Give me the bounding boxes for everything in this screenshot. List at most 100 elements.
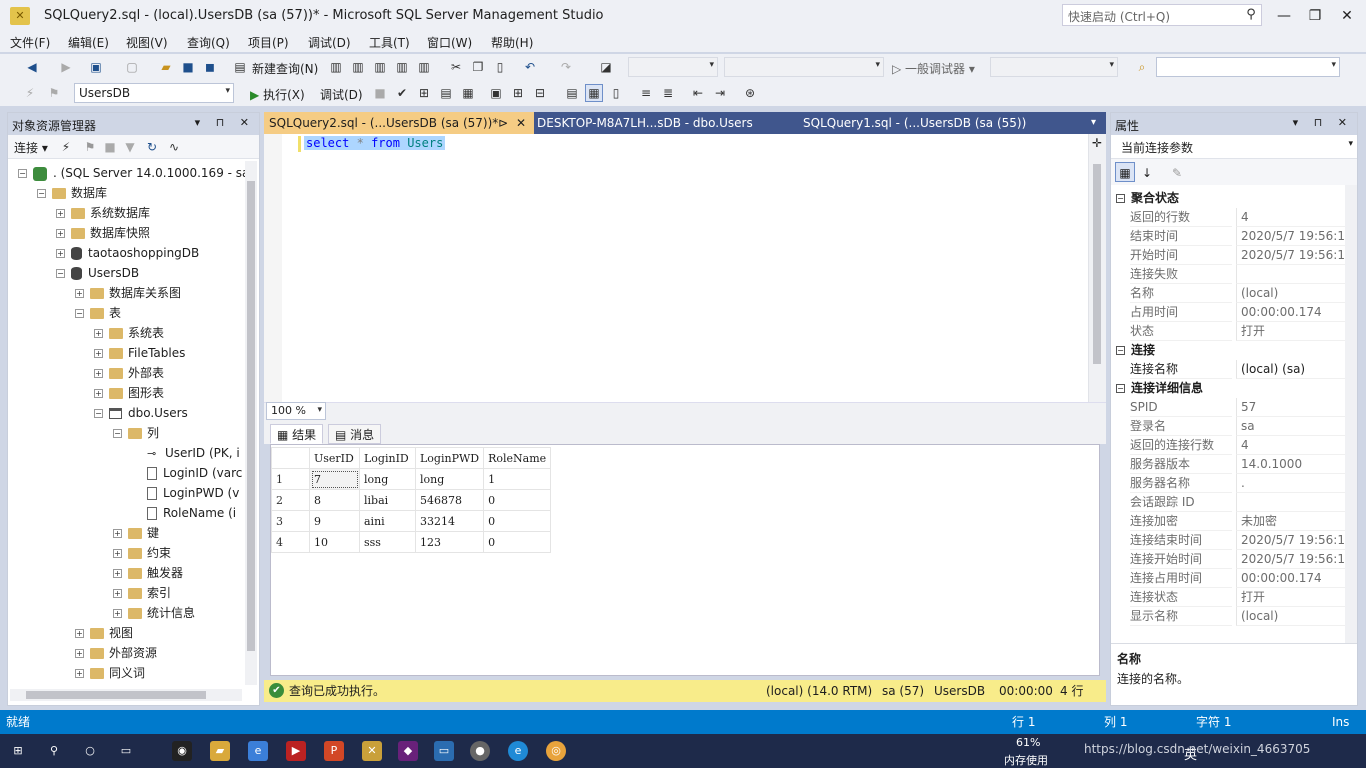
debugger-button[interactable]: ▷ 一般调试器 ▾: [892, 60, 975, 77]
table-cell[interactable]: long: [414, 468, 485, 490]
expand-icon[interactable]: +: [94, 369, 103, 378]
task-view-icon[interactable]: ▭: [116, 741, 136, 761]
new-project-icon[interactable]: ▣: [88, 59, 104, 75]
tree-node[interactable]: ⊸ UserID (PK, i: [132, 443, 240, 463]
panel-controls[interactable]: ▾ ⊓ ✕: [195, 116, 255, 129]
expand-icon[interactable]: +: [75, 629, 84, 638]
expand-icon[interactable]: +: [56, 229, 65, 238]
collapse-icon[interactable]: −: [18, 169, 27, 178]
undo-icon[interactable]: ↶: [522, 59, 538, 75]
table-cell[interactable]: 0: [483, 531, 552, 553]
tree-node[interactable]: + 视图: [75, 623, 133, 643]
property-category[interactable]: − 聚合状态: [1111, 189, 1347, 208]
tree-node[interactable]: + taotaoshoppingDB: [56, 243, 199, 263]
table-cell[interactable]: libai: [359, 489, 416, 511]
tree-node[interactable]: + FileTables: [94, 343, 185, 363]
property-row[interactable]: 返回的行数 4: [1111, 208, 1347, 227]
table-cell[interactable]: 0: [483, 510, 552, 532]
expand-icon[interactable]: +: [113, 569, 122, 578]
indent-icon[interactable]: ⇥: [712, 85, 728, 101]
tree-node[interactable]: LoginID (varc: [132, 463, 242, 483]
property-row[interactable]: 服务器版本 14.0.1000: [1111, 455, 1347, 474]
tree-node[interactable]: + 索引: [113, 583, 171, 603]
tab-dbo-users[interactable]: DESKTOP-M8A7LH...sDB - dbo.Users: [532, 112, 758, 134]
expand-icon[interactable]: +: [56, 209, 65, 218]
menu-window[interactable]: 窗口(W): [427, 34, 472, 51]
execute-button[interactable]: ▶ 执行(X): [250, 86, 305, 103]
property-row[interactable]: 显示名称 (local): [1111, 607, 1347, 626]
property-row[interactable]: 会话跟踪 ID: [1111, 493, 1347, 512]
collapse-icon[interactable]: −: [113, 429, 122, 438]
database-select[interactable]: UsersDB ▾: [74, 83, 234, 103]
dax-query-icon[interactable]: ▥: [416, 59, 432, 75]
intellisense-icon[interactable]: ▣: [488, 85, 504, 101]
property-row[interactable]: 连接加密 未加密: [1111, 512, 1347, 531]
edge-icon[interactable]: e: [508, 741, 528, 761]
tree-node[interactable]: − 表: [75, 303, 121, 323]
pin-icon[interactable]: ⊳: [498, 112, 508, 134]
row-number[interactable]: 1: [271, 468, 310, 490]
tree-node[interactable]: − UsersDB: [56, 263, 139, 283]
properties-object-select[interactable]: 当前连接参数 ▾: [1111, 135, 1357, 159]
collapse-icon[interactable]: −: [1116, 346, 1125, 355]
tree-node[interactable]: + 系统数据库: [56, 203, 150, 223]
platform-combo[interactable]: ▾: [724, 57, 884, 77]
qq-icon[interactable]: ◉: [172, 741, 192, 761]
expand-icon[interactable]: +: [94, 349, 103, 358]
cut-icon[interactable]: ✂: [448, 59, 464, 75]
connect-icon[interactable]: ⚡: [22, 85, 38, 101]
menu-edit[interactable]: 编辑(E): [68, 34, 109, 51]
table-cell[interactable]: 546878: [414, 489, 485, 511]
tree-node[interactable]: + 外部资源: [75, 643, 157, 663]
close-button[interactable]: ✕: [1332, 6, 1362, 26]
windows-start-icon[interactable]: ⊞: [8, 741, 28, 761]
file-explorer-icon[interactable]: ▰: [210, 741, 230, 761]
tree-node[interactable]: + 数据库快照: [56, 223, 150, 243]
property-row[interactable]: 连接占用时间 00:00:00.174: [1111, 569, 1347, 588]
tree-node[interactable]: LoginPWD (v: [132, 483, 239, 503]
expand-icon[interactable]: +: [75, 289, 84, 298]
zoom-select[interactable]: 100 % ▾: [266, 402, 326, 420]
table-cell[interactable]: 9: [309, 510, 360, 532]
expand-icon[interactable]: +: [75, 649, 84, 658]
property-row[interactable]: 结束时间 2020/5/7 19:56:11: [1111, 227, 1347, 246]
tree-node[interactable]: + 系统表: [94, 323, 164, 343]
property-category[interactable]: − 连接: [1111, 341, 1347, 360]
row-number[interactable]: 2: [271, 489, 310, 511]
row-number[interactable]: 3: [271, 510, 310, 532]
display-plan-icon[interactable]: ⊞: [416, 85, 432, 101]
query-editor[interactable]: select * from Users ✛: [264, 134, 1106, 402]
find-combo[interactable]: ▾: [1156, 57, 1340, 77]
xmla-query-icon[interactable]: ▥: [394, 59, 410, 75]
disconnect-icon[interactable]: ⚑: [82, 139, 98, 155]
minimize-button[interactable]: —: [1269, 6, 1299, 26]
tree-node[interactable]: + 外部表: [94, 363, 164, 383]
row-number[interactable]: 4: [271, 531, 310, 553]
tree-node[interactable]: + 触发器: [113, 563, 183, 583]
results-to-text-icon[interactable]: ▤: [564, 85, 580, 101]
maximize-button[interactable]: ❐: [1300, 6, 1330, 26]
redo-icon[interactable]: ↷: [558, 59, 574, 75]
photo-app-icon[interactable]: ●: [470, 741, 490, 761]
live-stats-icon[interactable]: ⊟: [532, 85, 548, 101]
property-row[interactable]: 连接名称 (local) (sa): [1111, 360, 1347, 379]
expand-icon[interactable]: +: [113, 589, 122, 598]
alphabetical-icon[interactable]: ↓: [1137, 162, 1157, 182]
table-cell[interactable]: sss: [359, 531, 416, 553]
stop-icon[interactable]: ■: [102, 139, 118, 155]
table-row[interactable]: 3 9 aini 33214 0: [271, 510, 552, 532]
save-icon[interactable]: ■: [180, 59, 196, 75]
specify-values-icon[interactable]: ⊛: [742, 85, 758, 101]
property-row[interactable]: 返回的连接行数 4: [1111, 436, 1347, 455]
tree-node[interactable]: − 数据库: [37, 183, 107, 203]
debug-button[interactable]: 调试(D): [320, 86, 363, 103]
collapse-icon[interactable]: −: [75, 309, 84, 318]
chrome-icon[interactable]: ◎: [546, 741, 566, 761]
property-row[interactable]: 登录名 sa: [1111, 417, 1347, 436]
media-player-icon[interactable]: ▶: [286, 741, 306, 761]
ssms-taskbar-icon[interactable]: ✕: [362, 741, 382, 761]
split-icon[interactable]: ✛: [1092, 136, 1102, 150]
table-cell[interactable]: 10: [309, 531, 360, 553]
query-designer-icon[interactable]: ▤: [438, 85, 454, 101]
property-row[interactable]: SPID 57: [1111, 398, 1347, 417]
